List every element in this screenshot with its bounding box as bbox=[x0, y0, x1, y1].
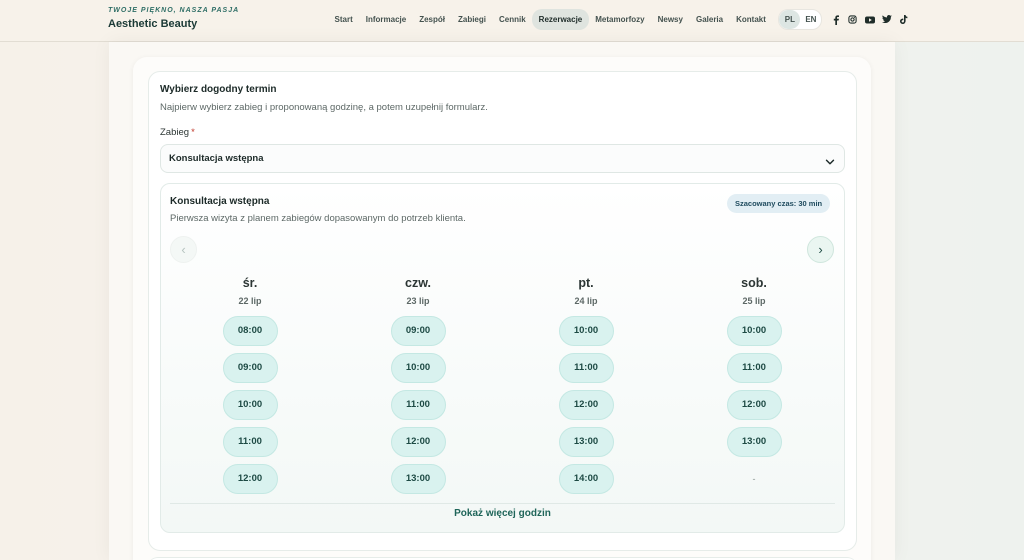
chevron-right-icon: › bbox=[818, 242, 823, 257]
service-label-text: Zabieg bbox=[160, 127, 190, 138]
day-column-wednesday: śr. 22 lip 08:00 09:00 10:00 11:00 12:00 bbox=[190, 274, 310, 494]
slot-list: 10:00 11:00 12:00 13:00 14:00 bbox=[526, 316, 646, 494]
time-slot-button[interactable]: 10:00 bbox=[222, 390, 278, 420]
day-date: 23 lip bbox=[406, 296, 430, 306]
time-slot-button[interactable]: 10:00 bbox=[726, 316, 782, 346]
service-description: Pierwsza wizyta z planem zabiegów dopaso… bbox=[170, 213, 466, 224]
time-slot-button[interactable]: 11:00 bbox=[390, 390, 446, 420]
slot-list: 09:00 10:00 11:00 12:00 13:00 bbox=[358, 316, 478, 494]
nav-kontakt[interactable]: Kontakt bbox=[730, 9, 773, 30]
nav-rezerwacje[interactable]: Rezerwacje bbox=[532, 9, 589, 30]
time-slot-button[interactable]: 14:00 bbox=[558, 464, 614, 494]
chevron-down-icon bbox=[825, 154, 835, 172]
time-slot-button[interactable]: 12:00 bbox=[558, 390, 614, 420]
time-slot-button[interactable]: 13:00 bbox=[726, 427, 782, 457]
day-date: 25 lip bbox=[742, 296, 766, 306]
time-slot-button[interactable]: 12:00 bbox=[222, 464, 278, 494]
time-slot-button[interactable]: 11:00 bbox=[726, 353, 782, 383]
slot-list: 10:00 11:00 12:00 13:00 - bbox=[694, 316, 814, 494]
slot-list: 08:00 09:00 10:00 11:00 12:00 bbox=[190, 316, 310, 494]
service-select-value: Konsultacja wstępna bbox=[169, 153, 264, 164]
chevron-left-icon: ‹ bbox=[181, 242, 186, 257]
twitter-icon[interactable] bbox=[881, 14, 892, 25]
day-name: sob. bbox=[741, 276, 767, 290]
site-header: TWOJE PIĘKNO, NASZA PASJA Aesthetic Beau… bbox=[0, 0, 1024, 42]
tiktok-icon[interactable] bbox=[898, 14, 909, 25]
time-slot-button[interactable]: 11:00 bbox=[558, 353, 614, 383]
language-switcher: PL EN bbox=[778, 9, 823, 30]
time-slot-button[interactable]: 10:00 bbox=[390, 353, 446, 383]
nav-galeria[interactable]: Galeria bbox=[689, 9, 729, 30]
nav-zabiegi[interactable]: Zabiegi bbox=[451, 9, 492, 30]
service-field-label: Zabieg * bbox=[160, 127, 195, 138]
time-slot-button[interactable]: 12:00 bbox=[726, 390, 782, 420]
time-slot-button[interactable]: 13:00 bbox=[558, 427, 614, 457]
show-more-hours-button[interactable]: Pokaż więcej godzin bbox=[160, 508, 845, 519]
booking-subtitle: Najpierw wybierz zabieg i proponowaną go… bbox=[160, 102, 488, 113]
nav-zespol[interactable]: Zespół bbox=[413, 9, 452, 30]
day-date: 24 lip bbox=[574, 296, 598, 306]
day-column-friday: pt. 24 lip 10:00 11:00 12:00 13:00 14:00 bbox=[526, 274, 646, 494]
time-slot-button[interactable]: 12:00 bbox=[390, 427, 446, 457]
required-mark: * bbox=[191, 127, 195, 138]
instagram-icon[interactable] bbox=[847, 14, 858, 25]
main-nav: Start Informacje Zespół Zabiegi Cennik R… bbox=[328, 9, 909, 30]
time-slot-button[interactable]: 11:00 bbox=[222, 427, 278, 457]
divider bbox=[170, 503, 835, 504]
day-name: śr. bbox=[242, 276, 258, 290]
facebook-icon[interactable] bbox=[830, 14, 841, 25]
duration-badge: Szacowany czas: 30 min bbox=[727, 194, 831, 213]
previous-days-button[interactable]: ‹ bbox=[170, 236, 197, 263]
booking-title: Wybierz dogodny termin bbox=[160, 84, 277, 95]
nav-informacje[interactable]: Informacje bbox=[359, 9, 412, 30]
brand-tagline: TWOJE PIĘKNO, NASZA PASJA bbox=[108, 7, 240, 14]
nav-metamorfozy[interactable]: Metamorfozy bbox=[589, 9, 651, 30]
lang-pl-button[interactable]: PL bbox=[779, 10, 801, 29]
time-slot-button[interactable]: 10:00 bbox=[558, 316, 614, 346]
service-select[interactable]: Konsultacja wstępna bbox=[160, 144, 845, 173]
no-slot-marker: - bbox=[752, 474, 756, 484]
social-links bbox=[830, 14, 909, 25]
nav-newsy[interactable]: Newsy bbox=[651, 9, 689, 30]
lang-en-button[interactable]: EN bbox=[800, 10, 821, 29]
youtube-icon[interactable] bbox=[864, 14, 875, 25]
day-date: 22 lip bbox=[238, 296, 262, 306]
service-name: Konsultacja wstępna bbox=[170, 196, 270, 207]
time-slot-button[interactable]: 13:00 bbox=[390, 464, 446, 494]
brand[interactable]: TWOJE PIĘKNO, NASZA PASJA Aesthetic Beau… bbox=[108, 7, 239, 30]
nav-start[interactable]: Start bbox=[328, 9, 359, 30]
time-slot-button[interactable]: 09:00 bbox=[222, 353, 278, 383]
time-slot-button[interactable]: 09:00 bbox=[390, 316, 446, 346]
time-slot-button[interactable]: 08:00 bbox=[222, 316, 278, 346]
brand-name[interactable]: Aesthetic Beauty bbox=[108, 18, 239, 30]
day-name: pt. bbox=[578, 276, 594, 290]
day-column-thursday: czw. 23 lip 09:00 10:00 11:00 12:00 13:0… bbox=[358, 274, 478, 494]
nav-cennik[interactable]: Cennik bbox=[493, 9, 533, 30]
day-name: czw. bbox=[405, 276, 431, 290]
day-column-saturday: sob. 25 lip 10:00 11:00 12:00 13:00 - bbox=[694, 274, 814, 494]
next-days-button[interactable]: › bbox=[807, 236, 834, 263]
